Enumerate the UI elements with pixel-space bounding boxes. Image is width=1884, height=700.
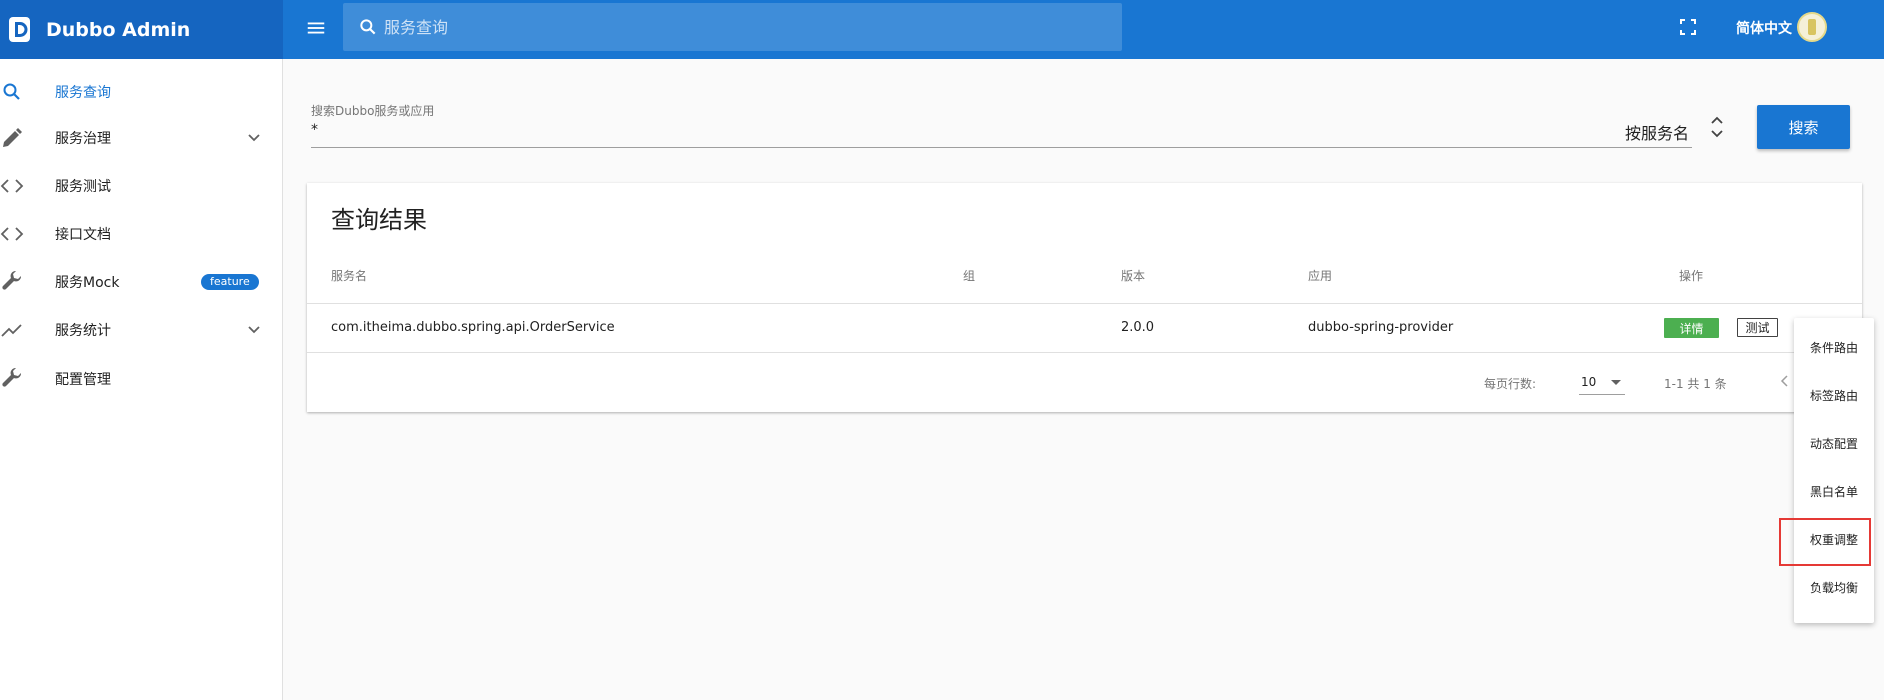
avatar-glyph [1808, 19, 1816, 35]
search-field-label: 搜索Dubbo服务或应用 [311, 104, 435, 118]
column-header-app[interactable]: 应用 [1308, 267, 1332, 284]
top-toolbar: 简体中文 [283, 0, 1884, 59]
operations-menu: 条件路由 标签路由 动态配置 黑白名单 权重调整 负载均衡 [1794, 318, 1874, 623]
sort-arrows-icon[interactable] [1709, 114, 1725, 140]
search-field-underline [311, 147, 1692, 148]
brand-area: Dubbo Admin [0, 0, 283, 59]
rows-per-page-label: 每页行数: [1484, 377, 1537, 391]
test-button[interactable]: 测试 [1737, 318, 1778, 337]
sidebar-item-label: 配置管理 [55, 372, 111, 388]
wrench-icon [2, 367, 22, 387]
highlight-box [1779, 518, 1871, 566]
sidebar-item-config-management[interactable]: 配置管理 [0, 356, 283, 402]
avatar[interactable] [1797, 12, 1827, 42]
search-type-select[interactable]: 按服务名 [1625, 120, 1689, 144]
detail-button[interactable]: 详情 [1664, 318, 1719, 338]
menu-item-access-control[interactable]: 黑白名单 [1794, 467, 1874, 515]
sidebar-item-label: 服务Mock [55, 275, 120, 291]
sidebar-item-label: 服务查询 [55, 85, 111, 101]
page-range: 1-1 共 1 条 [1664, 377, 1727, 391]
app-title: Dubbo Admin [46, 18, 191, 41]
menu-item-condition-route[interactable]: 条件路由 [1794, 323, 1874, 371]
search-icon [360, 19, 376, 35]
global-search-input[interactable] [384, 17, 1084, 37]
dubbo-logo-icon [9, 17, 30, 42]
sidebar-item-service-stats[interactable]: 服务统计 [0, 307, 283, 353]
table-row-divider [307, 352, 1862, 353]
table-header-divider [307, 303, 1862, 304]
menu-icon[interactable] [305, 17, 327, 39]
search-icon [3, 83, 20, 100]
sidebar-item-api-docs[interactable]: 接口文档 [0, 211, 283, 257]
language-selector[interactable]: 简体中文 [1736, 18, 1792, 38]
column-header-actions: 操作 [1679, 269, 1704, 283]
wrench-icon [2, 270, 22, 290]
code-icon [0, 179, 24, 193]
sidebar-item-label: 服务治理 [55, 131, 111, 147]
menu-item-tag-route[interactable]: 标签路由 [1794, 371, 1874, 419]
sidebar-item-label: 服务测试 [55, 179, 111, 195]
rows-per-page-select[interactable]: 10 [1579, 371, 1625, 395]
sidebar-item-service-mock[interactable]: 服务Mock feature [0, 259, 283, 305]
sidebar-item-service-governance[interactable]: 服务治理 [0, 115, 283, 161]
global-search-box[interactable] [343, 3, 1122, 51]
search-field[interactable]: * [311, 122, 318, 138]
sidebar: 服务查询 服务治理 服务测试 接口文档 服务Mock feature 服务统计 … [0, 59, 283, 700]
cell-app: dubbo-spring-provider [1308, 320, 1454, 335]
results-title: 查询结果 [331, 206, 427, 234]
sidebar-item-label: 接口文档 [55, 227, 111, 243]
chevron-down-icon [248, 326, 260, 334]
cell-version: 2.0.0 [1121, 320, 1155, 335]
feature-badge: feature [201, 274, 259, 290]
trending-icon [1, 324, 22, 337]
sidebar-item-service-search[interactable]: 服务查询 [0, 69, 283, 115]
cell-service-name: com.itheima.dubbo.spring.api.OrderServic… [331, 320, 615, 335]
column-header-version[interactable]: 版本 [1121, 267, 1145, 284]
fullscreen-icon[interactable] [1679, 18, 1697, 36]
menu-item-load-balance[interactable]: 负载均衡 [1794, 563, 1874, 611]
chevron-left-icon[interactable] [1777, 373, 1793, 389]
chevron-down-icon [248, 134, 260, 142]
column-header-group[interactable]: 组 [963, 267, 975, 284]
search-button[interactable]: 搜索 [1757, 105, 1850, 149]
results-card: 查询结果 服务名 组 版本 应用 操作 com.itheima.dubbo.sp… [307, 183, 1862, 412]
dropdown-arrow-icon [1611, 380, 1621, 385]
rows-per-page-value: 10 [1581, 375, 1597, 389]
code-icon [0, 227, 24, 241]
column-header-service[interactable]: 服务名 [331, 267, 367, 284]
menu-item-dynamic-config[interactable]: 动态配置 [1794, 419, 1874, 467]
sidebar-item-service-test[interactable]: 服务测试 [0, 163, 283, 209]
sidebar-item-label: 服务统计 [55, 323, 111, 339]
pencil-icon [3, 128, 22, 147]
